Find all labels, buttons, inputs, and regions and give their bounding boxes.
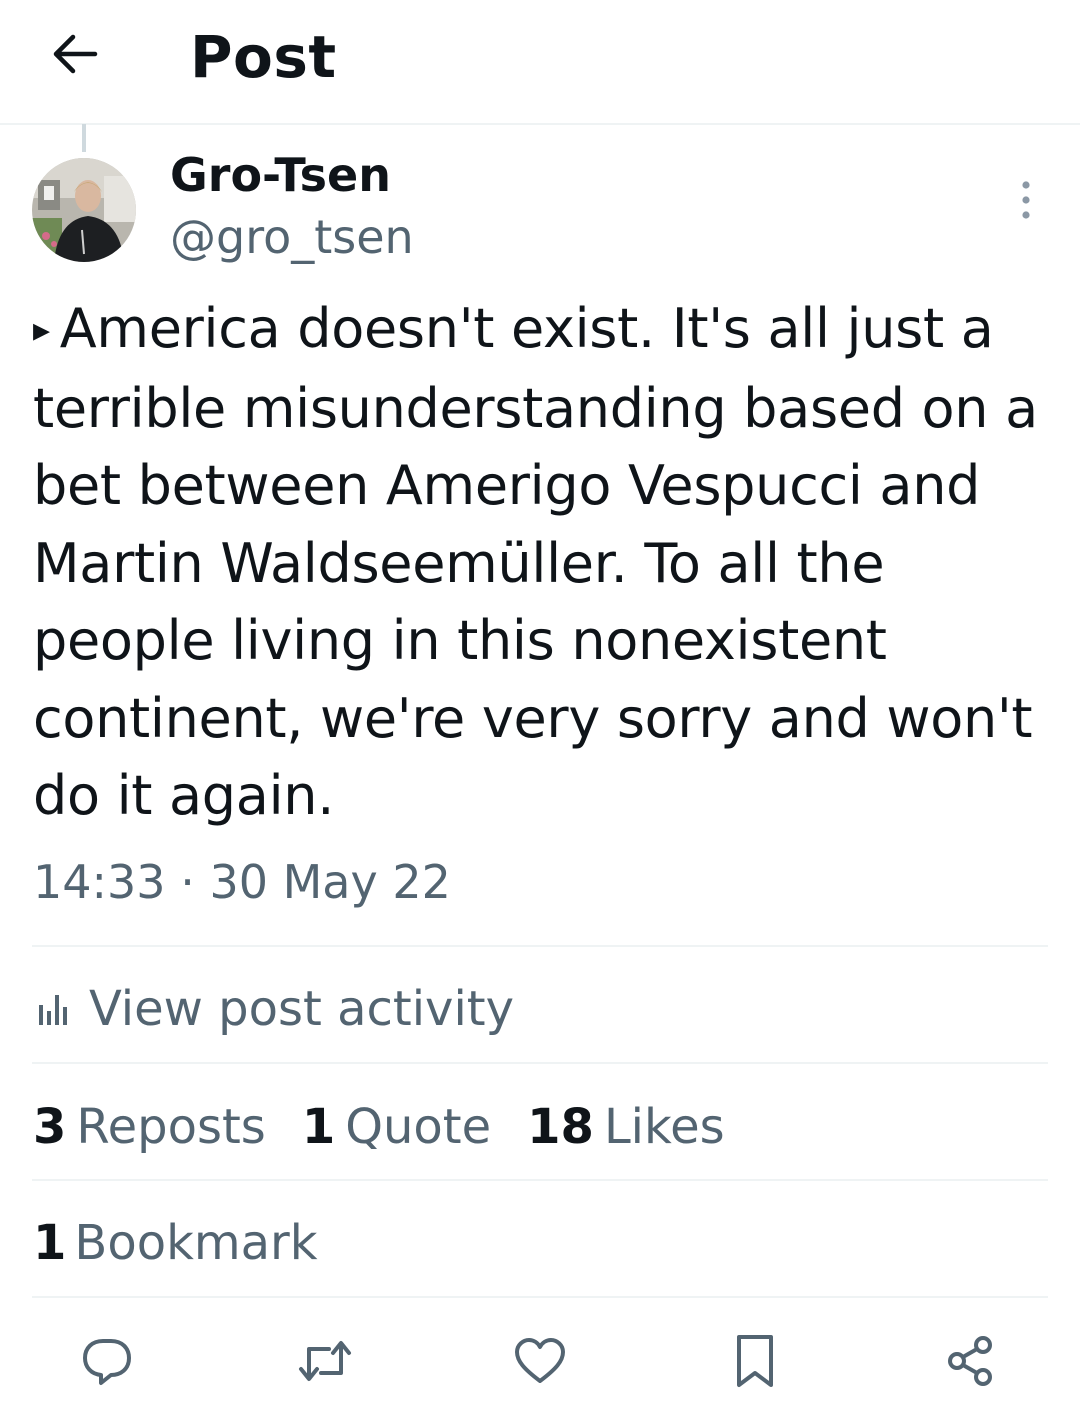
reposts-count: 3 [33, 1099, 67, 1155]
triangle-marker: ▸ [33, 310, 50, 350]
share-icon [948, 1336, 992, 1386]
author-display-name[interactable]: Gro-Tsen [170, 146, 391, 204]
reply-button[interactable] [72, 1326, 142, 1396]
likes-label: Likes [603, 1099, 725, 1155]
back-button[interactable] [40, 22, 110, 86]
divider [32, 1296, 1048, 1298]
more-vertical-icon [1022, 181, 1030, 219]
quotes-count: 1 [301, 1099, 336, 1155]
like-icon [515, 1338, 565, 1383]
likes-count: 18 [527, 1099, 594, 1155]
share-button[interactable] [936, 1326, 1006, 1396]
bar-chart-icon [33, 989, 73, 1029]
bookmarks-count: 1 [33, 1215, 67, 1271]
post-date[interactable]: 30 May 22 [209, 855, 450, 909]
engagement-stats: 3 Reposts 1 Quote 18 Likes [33, 1096, 761, 1158]
arrow-left-icon [53, 34, 98, 74]
post-body: America doesn't exist. It's all just a t… [33, 297, 1038, 827]
bookmark-icon [737, 1335, 773, 1387]
bookmarks-stat[interactable]: 1 Bookmark [33, 1212, 318, 1274]
reposts-label: Reposts [76, 1099, 266, 1155]
divider [32, 1179, 1048, 1181]
view-activity-link[interactable]: View post activity [33, 978, 514, 1040]
reply-icon [83, 1339, 131, 1385]
post-timestamp: 14:33 · 30 May 22 [33, 852, 451, 912]
avatar-photo [32, 158, 136, 262]
top-bar: Post [0, 0, 1080, 125]
action-bar [0, 1326, 1080, 1396]
repost-button[interactable] [290, 1326, 360, 1396]
reposts-stat[interactable]: 3 Reposts [33, 1099, 266, 1155]
more-options-button[interactable] [1004, 178, 1048, 222]
likes-stat[interactable]: 18 Likes [527, 1099, 725, 1155]
divider [32, 945, 1048, 947]
quotes-label: Quote [345, 1099, 492, 1155]
like-button[interactable] [505, 1326, 575, 1396]
page-title: Post [190, 23, 337, 91]
bookmark-button[interactable] [720, 1326, 790, 1396]
divider [32, 1062, 1048, 1064]
repost-icon [299, 1341, 351, 1381]
thread-connector-line [82, 124, 86, 152]
post-time[interactable]: 14:33 [33, 855, 166, 909]
meta-separator: · [180, 855, 195, 909]
post-text: ▸ America doesn't exist. It's all just a … [33, 290, 1043, 835]
avatar[interactable] [32, 158, 136, 262]
bookmarks-label: Bookmark [74, 1215, 318, 1271]
view-activity-label: View post activity [89, 981, 515, 1037]
quotes-stat[interactable]: 1 Quote [302, 1099, 491, 1155]
author-handle[interactable]: @gro_tsen [170, 208, 414, 266]
